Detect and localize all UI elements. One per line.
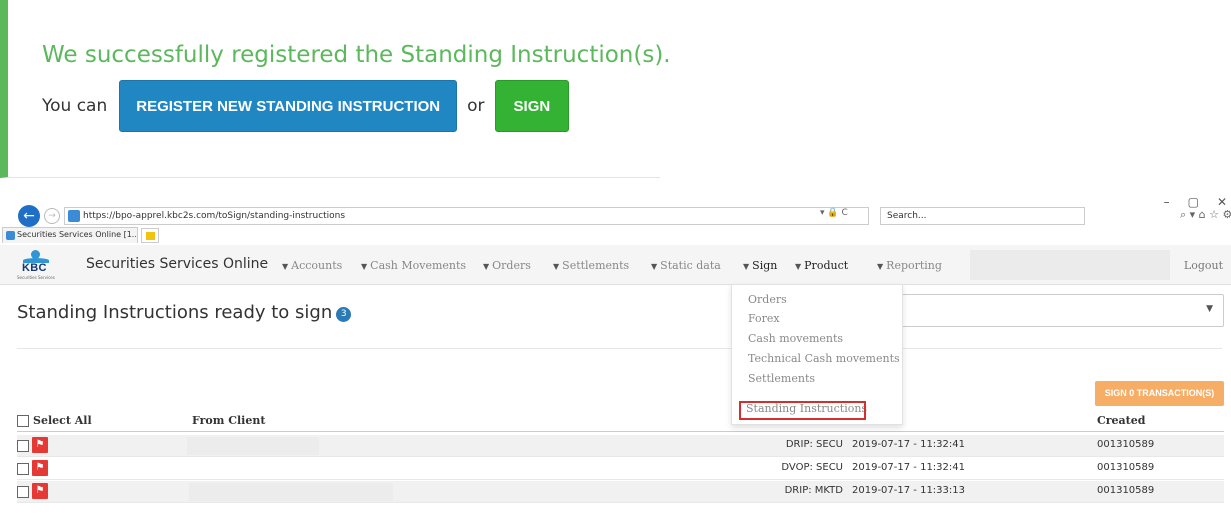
caret-down-icon: ▼ bbox=[743, 262, 750, 271]
created-by: 001310589 bbox=[1097, 485, 1155, 496]
nav-static-data[interactable]: ▼ Static data bbox=[651, 259, 721, 272]
client-redacted bbox=[187, 437, 319, 455]
nav-label: Cash Movements bbox=[370, 259, 467, 272]
nav-label: Product bbox=[804, 259, 849, 272]
or-label: or bbox=[467, 96, 485, 116]
created-by: 001310589 bbox=[1097, 462, 1155, 473]
logout-link[interactable]: Logout bbox=[1184, 259, 1223, 272]
app-title[interactable]: Securities Services Online bbox=[86, 256, 268, 272]
nav-product[interactable]: ▼ Product bbox=[795, 259, 848, 272]
caret-down-icon: ▼ bbox=[483, 262, 490, 271]
menu-item-cash-movements[interactable]: Cash movements bbox=[748, 332, 843, 345]
logo-subtext: Securities Services bbox=[17, 275, 55, 280]
nav-settlements[interactable]: ▼ Settlements bbox=[553, 259, 629, 272]
thumbs-down-icon[interactable]: ⚑ bbox=[32, 437, 48, 453]
nav-label: Reporting bbox=[886, 259, 942, 272]
tab-title: Securities Services Online [1... × bbox=[17, 230, 138, 239]
caret-down-icon: ▼ bbox=[553, 262, 560, 271]
from-client-header[interactable]: From Client bbox=[192, 414, 265, 427]
you-can-label: You can bbox=[42, 96, 108, 116]
page-title-text: Standing Instructions ready to sign bbox=[17, 302, 333, 323]
filter-select[interactable]: ▼ bbox=[897, 294, 1224, 327]
row-checkbox[interactable] bbox=[17, 463, 29, 475]
sign-button[interactable]: SIGN bbox=[494, 80, 570, 132]
row-checkbox[interactable] bbox=[17, 486, 29, 498]
address-tools[interactable]: ▾ 🔒 C bbox=[820, 208, 848, 218]
client-redacted bbox=[189, 483, 393, 501]
select-all-checkbox[interactable] bbox=[17, 415, 29, 427]
caret-down-icon: ▼ bbox=[282, 262, 289, 271]
menu-item-orders[interactable]: Orders bbox=[748, 293, 787, 306]
table-row[interactable]: ⚑ DRIP: SECU 2019-07-17 - 11:32:41 00131… bbox=[17, 435, 1224, 457]
table-header-divider bbox=[17, 431, 1224, 432]
new-tab-icon[interactable] bbox=[141, 228, 159, 243]
instruction-date: 2019-07-17 - 11:32:41 bbox=[852, 462, 965, 473]
back-arrow-icon[interactable]: ← bbox=[18, 205, 40, 227]
toolbar-icons[interactable]: ⌕ ▾ ⌂ ☆ ⚙ bbox=[1180, 208, 1231, 222]
table-row[interactable]: ⚑ DVOP: SECU 2019-07-17 - 11:32:41 00131… bbox=[17, 458, 1224, 480]
caret-down-icon: ▼ bbox=[877, 262, 884, 271]
caret-down-icon: ▼ bbox=[795, 262, 802, 271]
nav-reporting[interactable]: ▼ Reporting bbox=[877, 259, 942, 272]
tab-favicon-icon bbox=[6, 231, 15, 240]
nav-label: Settlements bbox=[562, 259, 630, 272]
select-all[interactable]: Select All bbox=[17, 414, 92, 427]
banner-actions: You can REGISTER NEW STANDING INSTRUCTIO… bbox=[42, 80, 570, 132]
nav-label: Accounts bbox=[291, 259, 343, 272]
instruction-date: 2019-07-17 - 11:33:13 bbox=[852, 485, 965, 496]
menu-item-settlements[interactable]: Settlements bbox=[748, 372, 815, 385]
success-banner: We successfully registered the Standing … bbox=[0, 0, 671, 178]
thumbs-down-icon[interactable]: ⚑ bbox=[32, 460, 48, 476]
user-area bbox=[970, 250, 1170, 280]
nav-cash-movements[interactable]: ▼ Cash Movements bbox=[361, 259, 466, 272]
select-all-label: Select All bbox=[33, 414, 92, 427]
tab-bar: Securities Services Online [1... × bbox=[0, 227, 1231, 243]
count-badge: 3 bbox=[336, 307, 352, 322]
row-checkbox[interactable] bbox=[17, 440, 29, 452]
table-row[interactable]: ⚑ DRIP: MKTD 2019-07-17 - 11:33:13 00131… bbox=[17, 481, 1224, 503]
nav-orders[interactable]: ▼ Orders bbox=[483, 259, 531, 272]
menu-item-forex[interactable]: Forex bbox=[748, 312, 780, 325]
instruction-type: DRIP: SECU bbox=[785, 439, 843, 450]
logo-text: KBC bbox=[22, 262, 47, 274]
register-new-standing-instruction-button[interactable]: REGISTER NEW STANDING INSTRUCTION bbox=[119, 80, 458, 132]
site-favicon-icon bbox=[68, 210, 80, 222]
success-message: We successfully registered the Standing … bbox=[42, 42, 671, 68]
page-title: Standing Instructions ready to sign 3 bbox=[17, 302, 352, 323]
app-navbar: KBC Securities Services Securities Servi… bbox=[0, 245, 1231, 285]
caret-down-icon: ▼ bbox=[361, 262, 368, 271]
highlight-box bbox=[739, 401, 866, 420]
address-bar-row: ← → https://bpo-apprel.kbc2s.com/toSign/… bbox=[0, 205, 1231, 227]
instruction-type: DRIP: MKTD bbox=[784, 485, 843, 496]
created-by: 001310589 bbox=[1097, 439, 1155, 450]
menu-item-technical-cash-movements[interactable]: Technical Cash movements bbox=[748, 352, 900, 365]
instruction-type: DVOP: SECU bbox=[781, 462, 843, 473]
nav-sign[interactable]: ▼ Sign bbox=[743, 259, 777, 272]
chevron-down-icon: ▼ bbox=[1206, 304, 1213, 314]
thumbs-down-icon[interactable]: ⚑ bbox=[32, 483, 48, 499]
browser-search-input[interactable]: Search... bbox=[880, 207, 1085, 225]
browser-tab[interactable]: Securities Services Online [1... × bbox=[2, 227, 138, 243]
nav-label: Orders bbox=[492, 259, 531, 272]
url-text: https://bpo-apprel.kbc2s.com/toSign/stan… bbox=[83, 211, 346, 221]
address-bar[interactable]: https://bpo-apprel.kbc2s.com/toSign/stan… bbox=[64, 207, 869, 225]
caret-down-icon: ▼ bbox=[651, 262, 658, 271]
divider bbox=[17, 348, 1222, 349]
created-header[interactable]: Created bbox=[1097, 414, 1145, 427]
sign-transactions-button[interactable]: SIGN 0 TRANSACTION(S) bbox=[1095, 381, 1224, 406]
browser-window: – ▢ ✕ ← → https://bpo-apprel.kbc2s.com/t… bbox=[0, 195, 1231, 515]
nav-accounts[interactable]: ▼ Accounts bbox=[282, 259, 342, 272]
nav-label: Static data bbox=[660, 259, 721, 272]
forward-arrow-icon[interactable]: → bbox=[44, 208, 60, 224]
kbc-logo[interactable]: KBC Securities Services bbox=[17, 250, 57, 280]
nav-label: Sign bbox=[752, 259, 778, 272]
instruction-date: 2019-07-17 - 11:32:41 bbox=[852, 439, 965, 450]
